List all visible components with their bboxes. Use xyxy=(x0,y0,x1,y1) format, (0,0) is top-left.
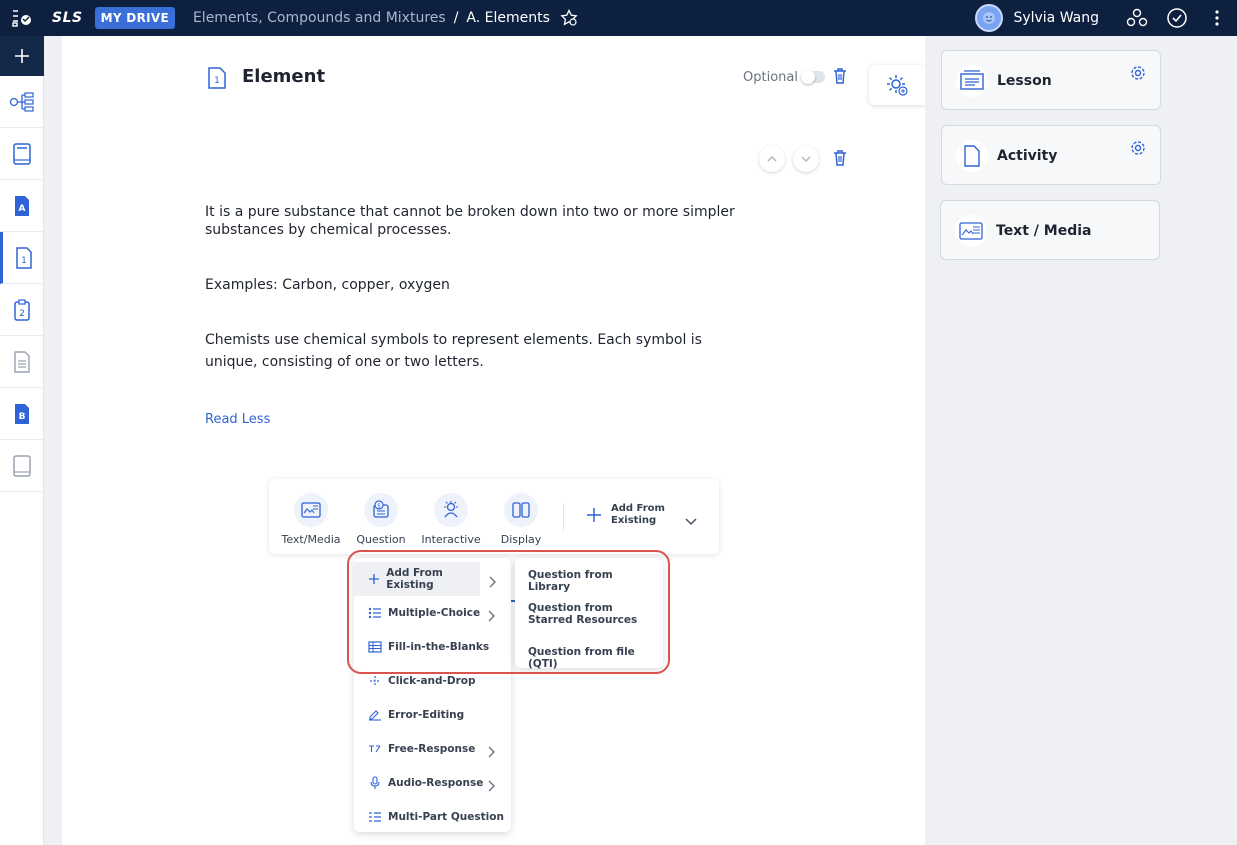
svg-text:A: A xyxy=(19,204,26,214)
paragraph-symbols: Chemists use chemical symbols to represe… xyxy=(205,332,702,370)
card-text-media[interactable]: Text / Media xyxy=(940,200,1160,260)
svg-text:1: 1 xyxy=(21,256,27,266)
move-down-button[interactable] xyxy=(793,146,819,172)
card-activity[interactable]: Activity xyxy=(941,125,1161,185)
star-settings-icon[interactable] xyxy=(560,9,578,27)
toolbar-divider xyxy=(563,503,564,531)
question-icon: $ xyxy=(364,493,398,527)
add-content-toolbar: Text/Media $ Question Interactive Displa… xyxy=(269,479,719,554)
breadcrumb-separator: / xyxy=(453,10,459,26)
read-less-link[interactable]: Read Less xyxy=(205,412,270,427)
drag-drop-icon xyxy=(368,674,382,688)
question-label: Question xyxy=(356,533,406,546)
check-status-icon[interactable] xyxy=(1157,0,1197,36)
user-name[interactable]: Sylvia Wang xyxy=(1013,10,1099,26)
activity-icon xyxy=(956,140,988,172)
display-label: Display xyxy=(500,533,542,546)
microphone-icon xyxy=(368,776,382,790)
settings-gear-icon xyxy=(887,75,908,96)
lesson-icon xyxy=(956,65,988,97)
interactive-tool[interactable]: Interactive xyxy=(416,493,486,546)
add-section-button[interactable] xyxy=(0,36,44,76)
svg-text:$: $ xyxy=(377,503,381,510)
interactive-icon xyxy=(434,493,468,527)
element-title[interactable]: Element xyxy=(242,66,325,87)
text-response-icon xyxy=(368,742,382,756)
paragraph-definition: It is a pure substance that cannot be br… xyxy=(205,204,735,238)
main-editor: 1 Element Optional It is a pure substanc… xyxy=(62,36,925,845)
menu-item-free-response[interactable]: Free-Response xyxy=(354,732,511,766)
menu-item-multi-part-question[interactable]: Multi-Part Question xyxy=(354,800,511,834)
card-lesson-label: Lesson xyxy=(997,73,1052,89)
text-media-icon xyxy=(294,493,328,527)
svg-text:B: B xyxy=(19,412,26,422)
question-tool[interactable]: $ Question xyxy=(346,493,416,552)
element-badge-icon: 1 xyxy=(206,66,228,94)
top-bar: SLS MY DRIVE Elements, Compounds and Mix… xyxy=(0,0,1237,36)
display-icon xyxy=(504,493,538,527)
annotation-highlight-box xyxy=(347,550,670,674)
optional-toggle[interactable] xyxy=(801,70,825,84)
user-avatar[interactable] xyxy=(975,4,1004,32)
book-icon[interactable] xyxy=(0,128,44,180)
card-text-media-label: Text / Media xyxy=(996,223,1092,239)
sls-logo[interactable]: SLS xyxy=(52,10,83,26)
multi-part-icon xyxy=(368,810,382,824)
chevron-right-icon xyxy=(487,743,495,762)
breadcrumb-parent[interactable]: Elements, Compounds and Mixtures xyxy=(193,10,446,26)
plus-icon xyxy=(587,508,601,522)
activity-settings-icon[interactable] xyxy=(1130,140,1146,160)
delete-block-icon[interactable] xyxy=(832,149,848,171)
chevron-right-icon xyxy=(487,777,495,796)
section-2-icon[interactable]: 2 xyxy=(0,284,44,336)
optional-label: Optional xyxy=(743,70,798,85)
breadcrumb-current: A. Elements xyxy=(466,10,550,26)
card-lesson[interactable]: Lesson xyxy=(941,50,1161,110)
section-a-icon[interactable]: A xyxy=(0,180,44,232)
left-gutter xyxy=(44,36,62,845)
section-settings-button[interactable] xyxy=(869,65,925,105)
left-rail: A 1 2 B xyxy=(0,36,44,845)
section-b-icon[interactable]: B xyxy=(0,388,44,440)
text-media-tool[interactable]: Text/Media xyxy=(276,493,346,546)
lesson-settings-icon[interactable] xyxy=(1130,65,1146,85)
add-from-existing-label: Add From Existing xyxy=(611,503,665,526)
document-icon[interactable] xyxy=(0,336,44,388)
edit-line-icon xyxy=(368,708,382,722)
paragraph-examples: Examples: Carbon, copper, oxygen xyxy=(205,277,450,293)
text-media-label: Text/Media xyxy=(281,533,341,546)
card-activity-label: Activity xyxy=(997,148,1058,164)
chevron-up-icon xyxy=(767,155,777,162)
svg-text:2: 2 xyxy=(19,309,25,319)
my-drive-badge[interactable]: MY DRIVE xyxy=(94,7,175,29)
text-media-icon xyxy=(955,215,987,247)
network-icon[interactable] xyxy=(0,76,44,128)
right-panel: Lesson Activity Text / Media xyxy=(925,36,1237,845)
chevron-down-icon xyxy=(801,156,811,163)
menu-item-error-editing[interactable]: Error-Editing xyxy=(354,698,511,732)
section-1-icon[interactable]: 1 xyxy=(0,232,44,284)
move-up-button[interactable] xyxy=(759,146,785,172)
more-menu-icon[interactable] xyxy=(1197,0,1237,36)
delete-section-icon[interactable] xyxy=(832,67,848,89)
chevron-down-icon[interactable] xyxy=(685,511,697,530)
menu-item-audio-response[interactable]: Audio-Response xyxy=(354,766,511,800)
collaborators-icon[interactable] xyxy=(1117,0,1157,36)
notebook-icon[interactable] xyxy=(0,440,44,492)
add-from-existing-tool[interactable]: Add From Existing xyxy=(585,503,665,527)
svg-text:1: 1 xyxy=(214,76,220,86)
app-menu-icon[interactable] xyxy=(0,0,44,36)
display-tool[interactable]: Display xyxy=(486,493,556,546)
interactive-label: Interactive xyxy=(421,533,481,546)
